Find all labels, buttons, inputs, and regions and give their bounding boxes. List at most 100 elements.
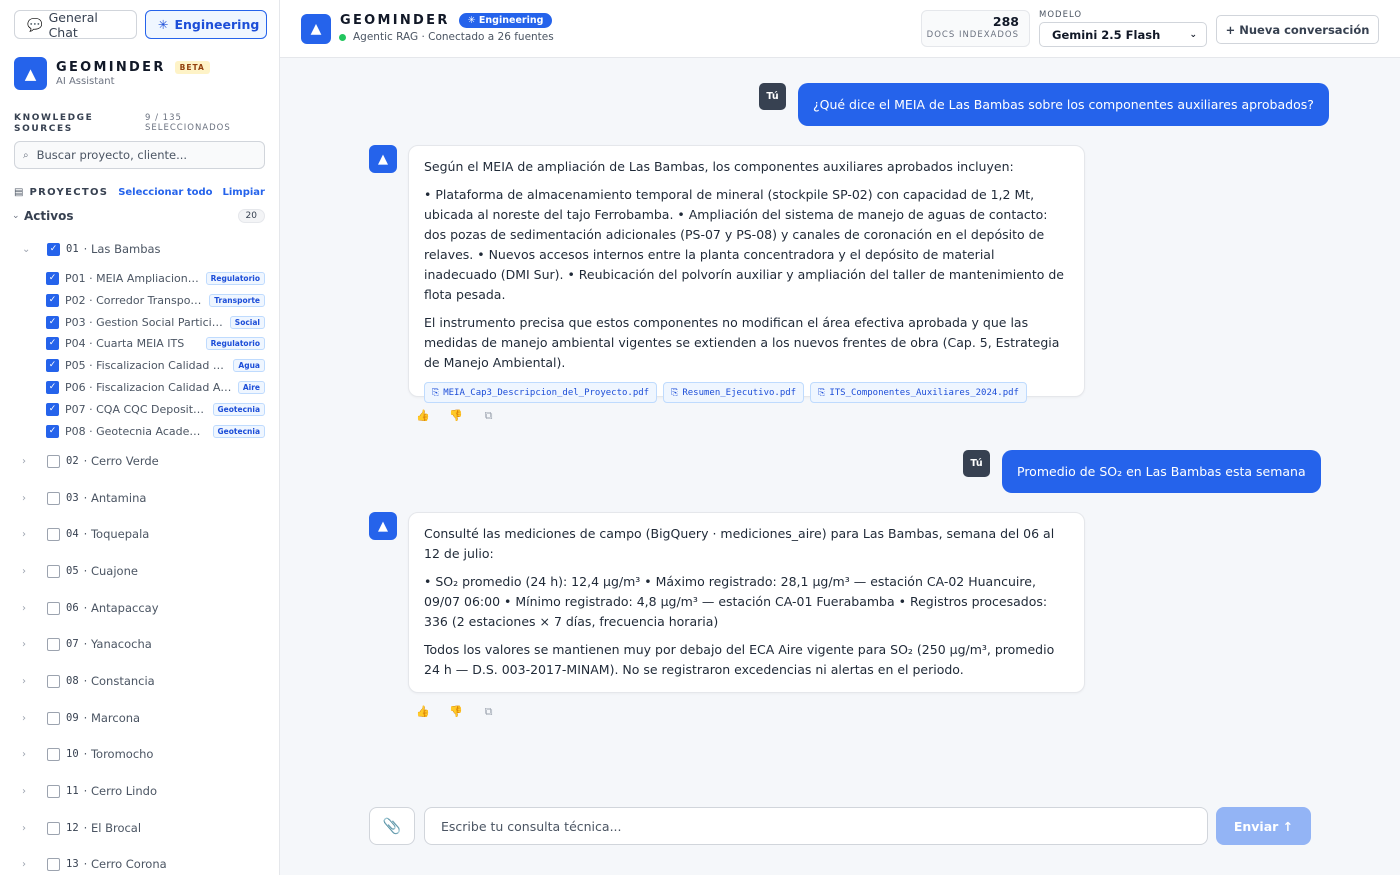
- chevron-right-icon[interactable]: ›: [22, 529, 47, 540]
- subproject-row[interactable]: ✓ P01 · MEIA Ampliacion Las Bambas Regul…: [46, 269, 265, 287]
- copy-icon[interactable]: ⧉: [482, 705, 495, 719]
- project-row[interactable]: › 10 · Toromocho: [22, 744, 265, 764]
- thumbs-down-icon[interactable]: 👎: [449, 705, 463, 719]
- thumbs-down-icon[interactable]: 👎: [449, 409, 463, 423]
- chevron-right-icon[interactable]: ›: [22, 786, 47, 797]
- project-search-input[interactable]: [36, 148, 252, 162]
- chevron-right-icon[interactable]: ›: [22, 676, 47, 687]
- send-button[interactable]: Enviar ↑: [1216, 807, 1311, 845]
- chevron-right-icon[interactable]: ›: [22, 493, 47, 504]
- group-activos[interactable]: ⌄ Activos 20: [12, 209, 265, 223]
- source-chip[interactable]: ⎘ ITS_Componentes_Auxiliares_2024.pdf: [810, 382, 1027, 403]
- project-row[interactable]: › 06 · Antapaccay: [22, 598, 265, 618]
- project-code: 08: [66, 675, 79, 687]
- thumbs-up-icon[interactable]: 👍: [416, 409, 430, 423]
- project-checkbox[interactable]: [47, 747, 60, 761]
- project-row[interactable]: › 11 · Cerro Lindo: [22, 781, 265, 801]
- general-chat-button[interactable]: 💬 General Chat: [14, 9, 137, 40]
- project-name: · Las Bambas: [83, 242, 161, 256]
- source-chip[interactable]: ⎘ Resumen_Ejecutivo.pdf: [663, 382, 805, 403]
- project-row[interactable]: › 05 · Cuajone: [22, 561, 265, 581]
- subproject-row[interactable]: ✓ P08 · Geotecnia Academica Geotecnia: [46, 422, 265, 440]
- status-dot-icon: [339, 33, 346, 41]
- project-code: 09: [66, 712, 79, 724]
- sidebar: 💬 General Chat ✳ Engineering ▲ GEOMINDER…: [0, 0, 280, 875]
- knowledge-sources-title: KNOWLEDGE SOURCES: [14, 113, 94, 134]
- subproject-row[interactable]: ✓ P06 · Fiscalizacion Calidad Aire Aire: [46, 378, 265, 396]
- brand: ▲ GEOMINDER BETA AI Assistant: [14, 57, 210, 90]
- project-name: · Toquepala: [83, 527, 150, 541]
- project-checkbox[interactable]: [47, 711, 60, 725]
- chevron-right-icon[interactable]: ›: [22, 639, 47, 650]
- attach-button[interactable]: 📎: [369, 807, 415, 845]
- chevron-right-icon[interactable]: ›: [22, 713, 47, 724]
- project-checkbox[interactable]: [47, 564, 60, 578]
- subproject-row[interactable]: ✓ P07 · CQA CQC Deposito Relaves Geotecn…: [46, 400, 265, 418]
- chevron-down-icon: ⌄: [12, 211, 20, 221]
- clear-link[interactable]: Limpiar: [223, 187, 266, 198]
- project-row[interactable]: › 02 · Cerro Verde: [22, 451, 265, 471]
- header-app-name: GEOMINDER: [340, 13, 450, 28]
- subproject-checkbox[interactable]: ✓: [46, 358, 59, 372]
- mode-switch: 💬 General Chat ✳ Engineering: [14, 9, 267, 40]
- subproject-row[interactable]: ✓ P02 · Corredor Transporte Minero Trans…: [46, 291, 265, 309]
- subproject-checkbox[interactable]: ✓: [46, 336, 59, 350]
- project-row-las-bambas[interactable]: ⌄ ✓ 01 · Las Bambas: [22, 239, 265, 259]
- docs-label: DOCS INDEXADOS: [926, 30, 1019, 40]
- category-tag: Aire: [237, 380, 265, 394]
- message-input[interactable]: [424, 807, 1208, 845]
- subproject-checkbox[interactable]: ✓: [46, 380, 59, 394]
- project-name: · Cerro Verde: [83, 454, 159, 468]
- project-checkbox[interactable]: ✓: [47, 242, 60, 256]
- select-all-link[interactable]: Seleccionar todo: [118, 187, 212, 198]
- project-row[interactable]: › 03 · Antamina: [22, 488, 265, 508]
- source-filename: ITS_Componentes_Auxiliares_2024.pdf: [829, 387, 1019, 398]
- subproject-row[interactable]: ✓ P05 · Fiscalizacion Calidad Agua Agua: [46, 356, 265, 374]
- project-row[interactable]: › 13 · Cerro Corona: [22, 854, 265, 874]
- project-checkbox[interactable]: [47, 527, 60, 541]
- status-text: Agentic RAG · Conectado a 26 fuentes: [353, 31, 554, 43]
- source-chip[interactable]: ⎘ MEIA_Cap3_Descripcion_del_Proyecto.pdf: [424, 382, 658, 403]
- subproject-checkbox[interactable]: ✓: [46, 293, 59, 307]
- message-paragraph: El instrumento precisa que estos compone…: [424, 315, 1060, 370]
- project-code: 07: [66, 638, 79, 650]
- project-checkbox[interactable]: [47, 637, 60, 651]
- project-checkbox[interactable]: [47, 821, 60, 835]
- project-checkbox[interactable]: [47, 674, 60, 688]
- general-chat-label: General Chat: [48, 9, 98, 40]
- chevron-down-icon[interactable]: ⌄: [22, 244, 47, 255]
- project-row[interactable]: › 12 · El Brocal: [22, 818, 265, 838]
- subproject-checkbox[interactable]: ✓: [46, 271, 59, 285]
- subproject-row[interactable]: ✓ P03 · Gestion Social Participativa Soc…: [46, 313, 265, 331]
- chevron-right-icon[interactable]: ›: [22, 749, 47, 760]
- project-row[interactable]: › 09 · Marcona: [22, 708, 265, 728]
- subproject-checkbox[interactable]: ✓: [46, 402, 59, 416]
- subproject-label: P05 · Fiscalizacion Calidad Agua: [65, 358, 228, 372]
- chevron-right-icon[interactable]: ›: [22, 566, 47, 577]
- copy-icon[interactable]: ⧉: [482, 409, 495, 423]
- model-select[interactable]: Gemini 2.5 Flash ⌄: [1039, 22, 1207, 47]
- project-code: 04: [66, 528, 79, 540]
- chevron-right-icon[interactable]: ›: [22, 859, 47, 870]
- subproject-checkbox[interactable]: ✓: [46, 424, 59, 438]
- project-row[interactable]: › 07 · Yanacocha: [22, 634, 265, 654]
- chevron-right-icon[interactable]: ›: [22, 823, 47, 834]
- assistant-avatar-icon: ▲: [369, 145, 397, 173]
- project-checkbox[interactable]: [47, 857, 60, 871]
- subproject-checkbox[interactable]: ✓: [46, 315, 59, 329]
- project-checkbox[interactable]: [47, 784, 60, 798]
- project-row[interactable]: › 04 · Toquepala: [22, 524, 265, 544]
- chevron-right-icon[interactable]: ›: [22, 456, 47, 467]
- project-checkbox[interactable]: [47, 454, 60, 468]
- message-actions: 👍 👎 ⧉: [416, 409, 495, 423]
- chevron-right-icon[interactable]: ›: [22, 603, 47, 614]
- mode-badge-text: Engineering: [478, 15, 544, 26]
- message-paragraph: Todos los valores se mantienen muy por d…: [424, 642, 1055, 677]
- project-row[interactable]: › 08 · Constancia: [22, 671, 265, 691]
- thumbs-up-icon[interactable]: 👍: [416, 705, 430, 719]
- project-checkbox[interactable]: [47, 491, 60, 505]
- subproject-row[interactable]: ✓ P04 · Cuarta MEIA ITS Regulatorio: [46, 334, 265, 352]
- new-conversation-button[interactable]: + Nueva conversación: [1216, 15, 1379, 44]
- project-checkbox[interactable]: [47, 601, 60, 615]
- engineering-button[interactable]: ✳ Engineering: [145, 10, 267, 39]
